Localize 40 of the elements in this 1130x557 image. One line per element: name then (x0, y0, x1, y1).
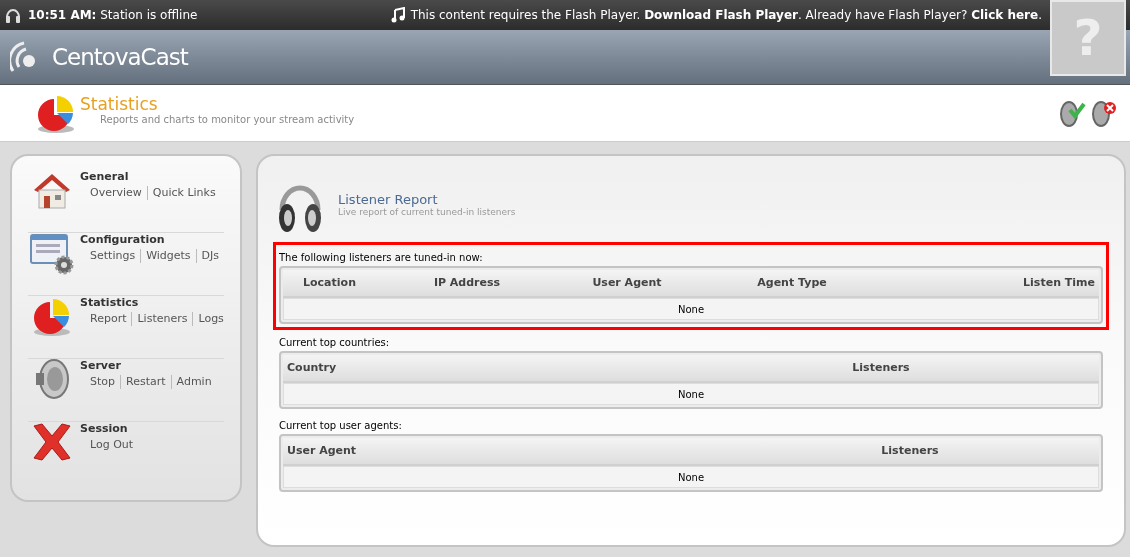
table-caption: Current top user agents: (279, 419, 403, 433)
nav-section-title: General (80, 170, 130, 184)
nav-section-title: Configuration (80, 233, 166, 247)
nav-link[interactable]: Quick Links (146, 186, 216, 200)
nav-link[interactable]: Admin (170, 375, 212, 389)
logo-text: CentovaCast (52, 42, 188, 72)
nav-link[interactable]: Settings (90, 249, 136, 263)
nav-link[interactable]: Listeners (131, 312, 188, 326)
column-header: Agent Type (756, 274, 828, 291)
column-header: User Agent (591, 274, 663, 291)
page-title: Statistics (80, 94, 159, 114)
nav-link[interactable]: Report (90, 312, 127, 326)
column-header: IP Address (432, 274, 502, 291)
column-header: Location (302, 274, 357, 291)
nav-section-title: Server (80, 359, 122, 373)
station-status: 10:51 AM: Station is offline (28, 7, 198, 24)
nav-link[interactable]: Stop (90, 375, 115, 389)
table-caption: Current top countries: (279, 336, 391, 350)
nav-link[interactable]: Widgets (140, 249, 191, 263)
nav-link[interactable]: Logs (192, 312, 224, 326)
nav-link[interactable]: Overview (90, 186, 142, 200)
report-subtitle: Live report of current tuned-in listeners (338, 207, 516, 217)
nav-link[interactable]: Log Out (90, 438, 134, 452)
table-caption: The following listeners are tuned-in now: (279, 251, 484, 265)
page-subtitle: Reports and charts to monitor your stream activity (99, 114, 355, 126)
column-header: Country (287, 359, 338, 376)
empty-row: None (283, 298, 1099, 320)
nav-section-title: Statistics (80, 296, 140, 310)
music-note-icon (390, 7, 405, 23)
column-header: Listeners (880, 442, 940, 459)
empty-row: None (283, 383, 1099, 405)
report-title: Listener Report (338, 193, 439, 207)
column-header: Listen Time (1022, 274, 1095, 291)
nav-section-title: Session (80, 422, 129, 436)
flash-notice: This content requires the Flash Player. Download Flash Player. Already have Flash Player? Click here. (410, 7, 1042, 24)
nav-link[interactable]: DJs (195, 249, 220, 263)
column-header: User Agent (287, 442, 358, 459)
column-header: Listeners (851, 359, 911, 376)
empty-row: None (283, 466, 1099, 488)
nav-link[interactable]: Restart (120, 375, 166, 389)
